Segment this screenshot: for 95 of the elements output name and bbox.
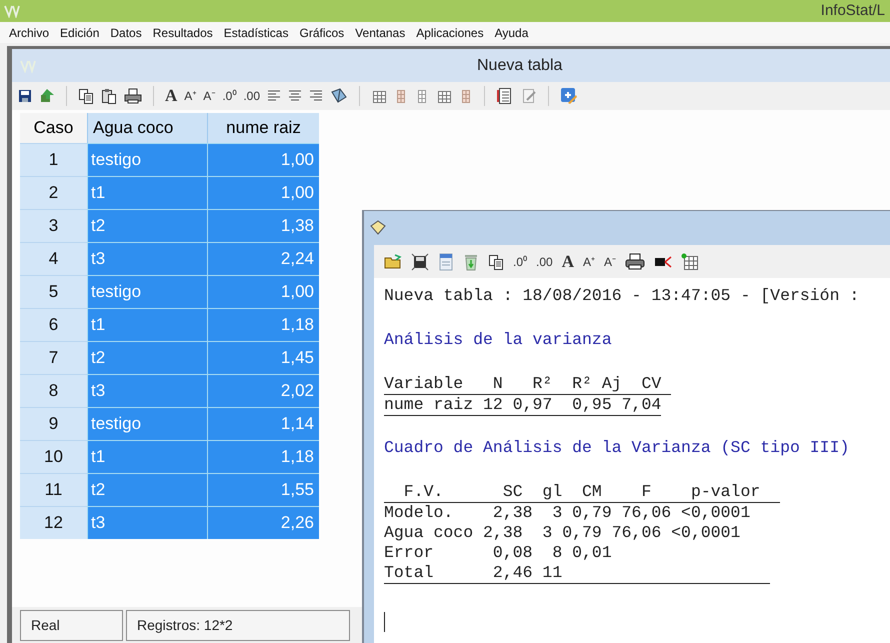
status-panel: Real xyxy=(20,610,123,641)
table-cell[interactable]: 1,18 xyxy=(207,440,319,473)
table-cell[interactable]: t2 xyxy=(87,473,207,506)
table-row: nume raiz 12 0,97 0,95 7,04 xyxy=(384,395,662,416)
report-header: Nueva tabla : 18/08/2016 - 13:47:05 - [Versión : xyxy=(384,286,860,306)
printer-icon[interactable] xyxy=(625,252,646,270)
table-cell[interactable]: 1,45 xyxy=(207,341,319,374)
table-cell[interactable]: 2,26 xyxy=(207,506,319,539)
table-cell[interactable]: testigo xyxy=(87,275,207,308)
table-cell[interactable]: 1,55 xyxy=(207,473,319,506)
row-number: 3 xyxy=(20,209,87,242)
format-button[interactable]: .0⁰ xyxy=(513,252,528,270)
format-button[interactable]: .0⁰ xyxy=(222,87,236,105)
column-header[interactable]: Agua coco xyxy=(87,113,207,143)
printer-icon[interactable] xyxy=(124,88,142,104)
table-cell[interactable]: 1,00 xyxy=(207,143,319,176)
menu-item[interactable]: Estadísticas xyxy=(224,24,288,42)
table-header: F.V. SC gl CM F p-valor xyxy=(384,482,780,503)
row-number: 2 xyxy=(20,176,87,209)
table-cell[interactable]: t3 xyxy=(87,506,207,539)
table-cell[interactable]: t1 xyxy=(87,440,207,473)
menu-item[interactable]: Gráficos xyxy=(299,24,344,42)
column-header[interactable]: Caso xyxy=(20,113,87,143)
menu-item[interactable]: Ventanas xyxy=(355,24,406,42)
table-cell[interactable]: 1,00 xyxy=(207,275,319,308)
table-cell[interactable]: testigo xyxy=(87,143,207,176)
table-row: Modelo. 2,38 3 0,79 76,06 <0,0001 xyxy=(384,503,750,523)
row-number: 4 xyxy=(20,242,87,275)
format-button[interactable]: A xyxy=(562,248,574,274)
format-button[interactable]: .00 xyxy=(536,252,553,270)
table-cell[interactable]: 1,18 xyxy=(207,308,319,341)
row-number: 9 xyxy=(20,407,87,440)
table-cell[interactable]: 1,14 xyxy=(207,407,319,440)
grid-icon[interactable] xyxy=(436,88,452,104)
align-center-icon[interactable] xyxy=(288,89,302,103)
table-row: Agua coco 2,38 3 0,79 76,06 <0,0001 xyxy=(384,523,740,543)
format-button[interactable]: .00 xyxy=(243,87,260,105)
format-button[interactable]: A xyxy=(165,83,178,109)
row-number: 6 xyxy=(20,308,87,341)
table-cell[interactable]: t3 xyxy=(87,242,207,275)
save-icon[interactable] xyxy=(411,252,429,270)
table-cell[interactable]: t1 xyxy=(87,308,207,341)
format-button[interactable]: A⁺ xyxy=(582,252,595,270)
menu-item[interactable]: Resultados xyxy=(152,24,213,42)
table-cell[interactable]: t2 xyxy=(87,209,207,242)
menu-item[interactable]: Datos xyxy=(110,24,142,42)
table-cell[interactable]: t3 xyxy=(87,374,207,407)
align-left-icon[interactable] xyxy=(267,89,282,103)
app-logo-icon xyxy=(4,4,20,18)
grid-icon[interactable] xyxy=(681,252,700,270)
column-header[interactable]: nume raiz xyxy=(207,113,319,143)
trash-icon[interactable] xyxy=(463,252,479,270)
copy-icon[interactable] xyxy=(488,254,504,270)
table-cell[interactable]: 1,00 xyxy=(207,176,319,209)
copy-icon[interactable] xyxy=(78,88,94,104)
menu-item[interactable]: Ayuda xyxy=(494,24,528,42)
text-cursor xyxy=(384,612,385,632)
menu-item[interactable]: Edición xyxy=(60,24,100,42)
open-folder-icon[interactable] xyxy=(384,254,402,270)
row-number: 1 xyxy=(20,143,87,176)
edit-icon[interactable] xyxy=(521,88,538,104)
row-number: 11 xyxy=(20,473,87,506)
status-panel: Registros: 12*2 xyxy=(126,610,350,641)
align-right-icon[interactable] xyxy=(309,89,324,103)
table-header: Variable N R² R² Aj CV xyxy=(384,374,672,395)
window-title: Nueva tabla xyxy=(477,56,562,76)
grid-icon[interactable] xyxy=(371,88,388,104)
format-button[interactable]: A⁻ xyxy=(203,87,216,105)
row-number: 5 xyxy=(20,275,87,308)
section-title: Cuadro de Análisis de la Varianza (SC tipo III) xyxy=(384,438,850,458)
format-button[interactable]: A⁻ xyxy=(604,252,616,270)
row-number: 7 xyxy=(20,341,87,374)
table-cell[interactable]: testigo xyxy=(87,407,207,440)
table-cell[interactable]: 1,38 xyxy=(207,209,319,242)
row-number: 8 xyxy=(20,374,87,407)
save-icon[interactable] xyxy=(18,89,32,103)
row-number: 10 xyxy=(20,440,87,473)
table-cell[interactable]: 2,24 xyxy=(207,242,319,275)
export-icon[interactable] xyxy=(39,88,55,104)
table-cell[interactable]: t2 xyxy=(87,341,207,374)
row-number: 12 xyxy=(20,506,87,539)
wizard-icon[interactable] xyxy=(560,87,578,105)
results-text-area[interactable] xyxy=(374,278,890,643)
table-cell[interactable]: t1 xyxy=(87,176,207,209)
menu-item[interactable]: Aplicaciones xyxy=(416,24,484,42)
paste-icon[interactable] xyxy=(101,88,117,104)
table-row: Total 2,46 11 xyxy=(384,563,770,584)
note-icon xyxy=(369,220,387,236)
document-icon[interactable] xyxy=(438,252,454,270)
app-title: InfoStat/L xyxy=(820,0,886,21)
section-title: Análisis de la varianza xyxy=(384,330,612,350)
table-cell[interactable]: 2,02 xyxy=(207,374,319,407)
format-button[interactable]: A⁺ xyxy=(184,87,196,105)
menu-item[interactable]: Archivo xyxy=(9,24,50,42)
table-row: Error 0,08 8 0,01 xyxy=(384,543,612,563)
